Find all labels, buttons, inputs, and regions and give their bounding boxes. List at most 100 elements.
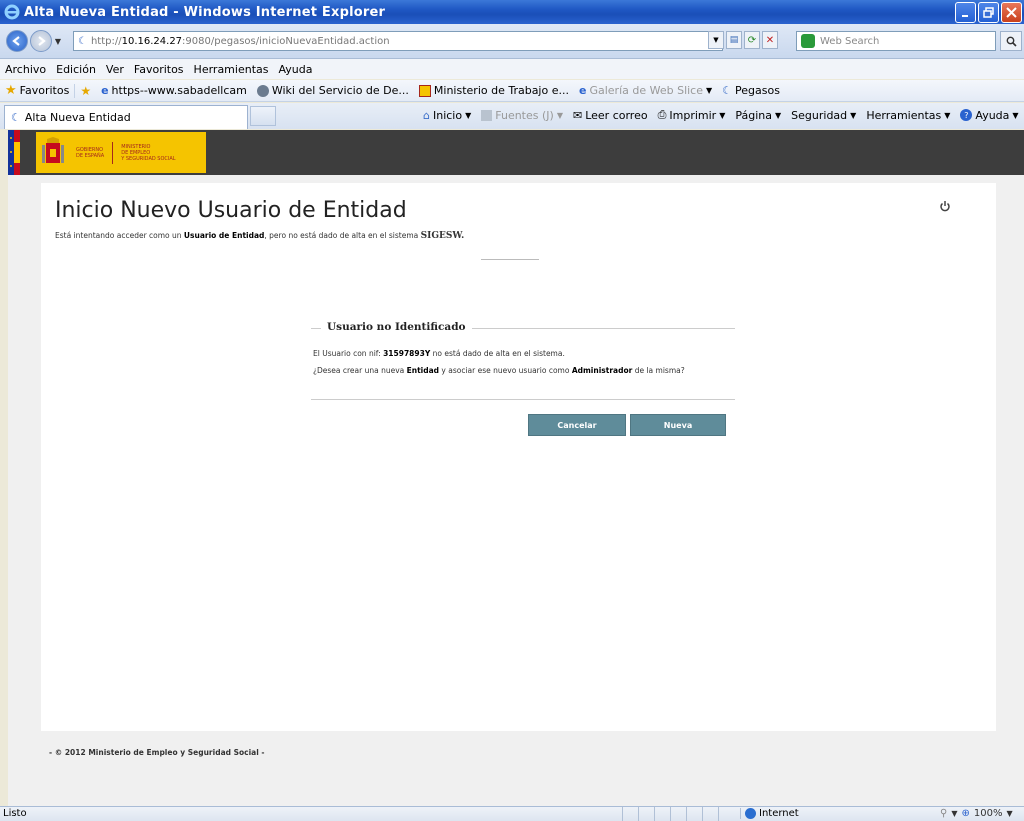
read-mail-button[interactable]: ✉ Leer correo	[568, 109, 653, 122]
zoom-control[interactable]: ⚲ ▼ ⊕ 100% ▼	[940, 808, 1013, 819]
chevron-down-icon: ▼	[719, 110, 726, 120]
page-menu-button[interactable]: Página ▼	[730, 109, 786, 122]
protected-mode-icon: ⚲	[940, 808, 948, 819]
maximize-button[interactable]	[978, 2, 999, 23]
fav-item-pegasos[interactable]: ☾ Pegasos	[717, 84, 785, 97]
print-label: Imprimir	[669, 108, 717, 122]
refresh-button[interactable]: ⟳	[744, 31, 760, 49]
security-zone[interactable]: Internet	[740, 808, 900, 819]
menu-edicion[interactable]: Edición	[51, 63, 101, 76]
ministerio-logo-text: MINISTERIO DE EMPLEO Y SEGURIDAD SOCIAL	[121, 143, 176, 162]
fav-item-wiki[interactable]: Wiki del Servicio de De...	[252, 84, 414, 97]
zone-label: Internet	[759, 808, 799, 819]
pegasos-site-icon: ☾	[722, 84, 733, 97]
address-toolbar: ▼ ☾ http://10.16.24.27:9080/pegasos/inic…	[0, 24, 1024, 59]
close-icon	[1006, 7, 1017, 18]
read-mail-label: Leer correo	[585, 108, 648, 122]
mail-icon: ✉	[572, 108, 583, 122]
feeds-button[interactable]: Fuentes (J) ▼	[476, 109, 568, 122]
zoom-level: 100%	[973, 808, 1003, 819]
command-bar: ⌂ Inicio ▼ Fuentes (J) ▼ ✉ Leer correo ⎙…	[418, 108, 1024, 122]
new-tab-button[interactable]	[250, 106, 276, 126]
chevron-down-icon: ▼	[775, 110, 782, 120]
main-content: Inicio Nuevo Usuario de Entidad Está int…	[41, 183, 996, 731]
new-entity-button[interactable]: Nueva	[630, 414, 726, 436]
url-host: 10.16.24.27	[121, 35, 183, 47]
fav-label: Galería de Web Slice	[589, 84, 703, 97]
search-placeholder: Web Search	[820, 35, 880, 47]
restore-icon	[983, 7, 994, 18]
fav-item-web-slice[interactable]: e Galería de Web Slice ▼	[574, 84, 717, 97]
refresh-icon: ⟳	[747, 34, 757, 46]
chevron-down-icon: ▼	[556, 110, 563, 120]
chevron-down-icon: ▼	[1012, 110, 1019, 120]
forward-button[interactable]	[30, 30, 52, 52]
ministerio-site-icon	[418, 84, 431, 97]
back-arrow-icon	[12, 36, 20, 46]
compatibility-view-button[interactable]: ▤	[726, 31, 742, 49]
url-path: :9080/pegasos/inicioNuevaEntidad.action	[182, 35, 390, 47]
close-window-button[interactable]	[1001, 2, 1022, 23]
eu-spain-flag-icon	[8, 130, 20, 175]
url-prefix: http://	[90, 35, 122, 47]
menu-ver[interactable]: Ver	[101, 63, 129, 76]
favorites-button[interactable]: ★ Favoritos	[0, 83, 74, 98]
nif-message: El Usuario con nif: 31597893Y no está da…	[313, 349, 565, 358]
window-title: Alta Nueva Entidad - Windows Internet Ex…	[24, 4, 386, 20]
feeds-label: Fuentes (J)	[495, 108, 554, 122]
status-bar: Listo Internet ⚲ ▼ ⊕ 100% ▼	[0, 806, 1024, 821]
forward-arrow-icon	[38, 36, 46, 46]
tab-alta-nueva-entidad[interactable]: ☾ Alta Nueva Entidad	[4, 105, 248, 129]
chevron-down-icon: ▼	[706, 86, 713, 95]
help-menu-button[interactable]: ? Ayuda ▼	[955, 109, 1023, 122]
window-titlebar: Alta Nueva Entidad - Windows Internet Ex…	[0, 0, 1024, 24]
address-dropdown-button[interactable]: ▼	[708, 31, 724, 49]
minimize-button[interactable]	[955, 2, 976, 23]
menu-herramientas[interactable]: Herramientas	[189, 63, 274, 76]
fav-item-ministerio[interactable]: Ministerio de Trabajo e...	[414, 84, 574, 97]
search-icon	[1006, 36, 1017, 47]
ie-logo-icon	[4, 4, 20, 20]
fav-item-sabadellcam[interactable]: e https--www.sabadellcam	[96, 84, 252, 97]
tab-label: Alta Nueva Entidad	[24, 111, 131, 124]
cancel-button[interactable]: Cancelar	[528, 414, 626, 436]
menu-favoritos[interactable]: Favoritos	[129, 63, 189, 76]
add-favorite-button[interactable]: ★	[74, 83, 96, 98]
history-dropdown-icon[interactable]: ▼	[52, 37, 64, 46]
fav-label: Wiki del Servicio de De...	[271, 84, 409, 97]
ministerio-logo[interactable]: GOBIERNO DE ESPAÑA MINISTERIO DE EMPLEO …	[36, 132, 206, 173]
create-entity-question: ¿Desea crear una nueva Entidad y asociar…	[313, 366, 685, 375]
divider	[481, 259, 539, 260]
page-favicon-icon: ☾	[78, 35, 87, 47]
stop-button[interactable]: ✕	[762, 31, 778, 49]
gobierno-logo-text: GOBIERNO DE ESPAÑA	[76, 146, 105, 159]
home-button[interactable]: ⌂ Inicio ▼	[418, 109, 476, 122]
page-title: Inicio Nuevo Usuario de Entidad	[55, 198, 407, 223]
globe-icon	[745, 808, 756, 819]
print-button[interactable]: ⎙ Imprimir ▼	[653, 108, 731, 122]
tools-label: Herramientas	[866, 108, 942, 122]
menu-ayuda[interactable]: Ayuda	[273, 63, 317, 76]
search-button[interactable]	[1000, 31, 1022, 51]
minimize-icon	[961, 14, 968, 17]
favorites-label: Favoritos	[19, 84, 70, 97]
back-button[interactable]	[6, 30, 28, 52]
compat-icon: ▤	[729, 35, 739, 45]
power-icon	[940, 201, 950, 212]
logout-button[interactable]	[939, 200, 951, 216]
chevron-down-icon: ▼	[850, 110, 857, 120]
chevron-down-icon: ▼	[1006, 809, 1013, 818]
menu-archivo[interactable]: Archivo	[0, 63, 51, 76]
ie-page-icon: e	[101, 84, 109, 97]
search-input[interactable]: Web Search	[796, 31, 996, 51]
menu-bar: Archivo Edición Ver Favoritos Herramient…	[0, 59, 1024, 79]
zoom-icon: ⊕	[961, 808, 970, 819]
feeds-icon	[481, 109, 493, 121]
chevron-down-icon: ▼	[465, 110, 472, 120]
tab-favicon-icon: ☾	[11, 111, 21, 124]
tools-menu-button[interactable]: Herramientas ▼	[861, 109, 955, 122]
status-panels	[622, 807, 734, 821]
panel-legend: Usuario no Identificado	[321, 321, 472, 333]
security-menu-button[interactable]: Seguridad ▼	[786, 109, 861, 122]
address-input[interactable]: ☾ http://10.16.24.27:9080/pegasos/inicio…	[73, 31, 723, 51]
